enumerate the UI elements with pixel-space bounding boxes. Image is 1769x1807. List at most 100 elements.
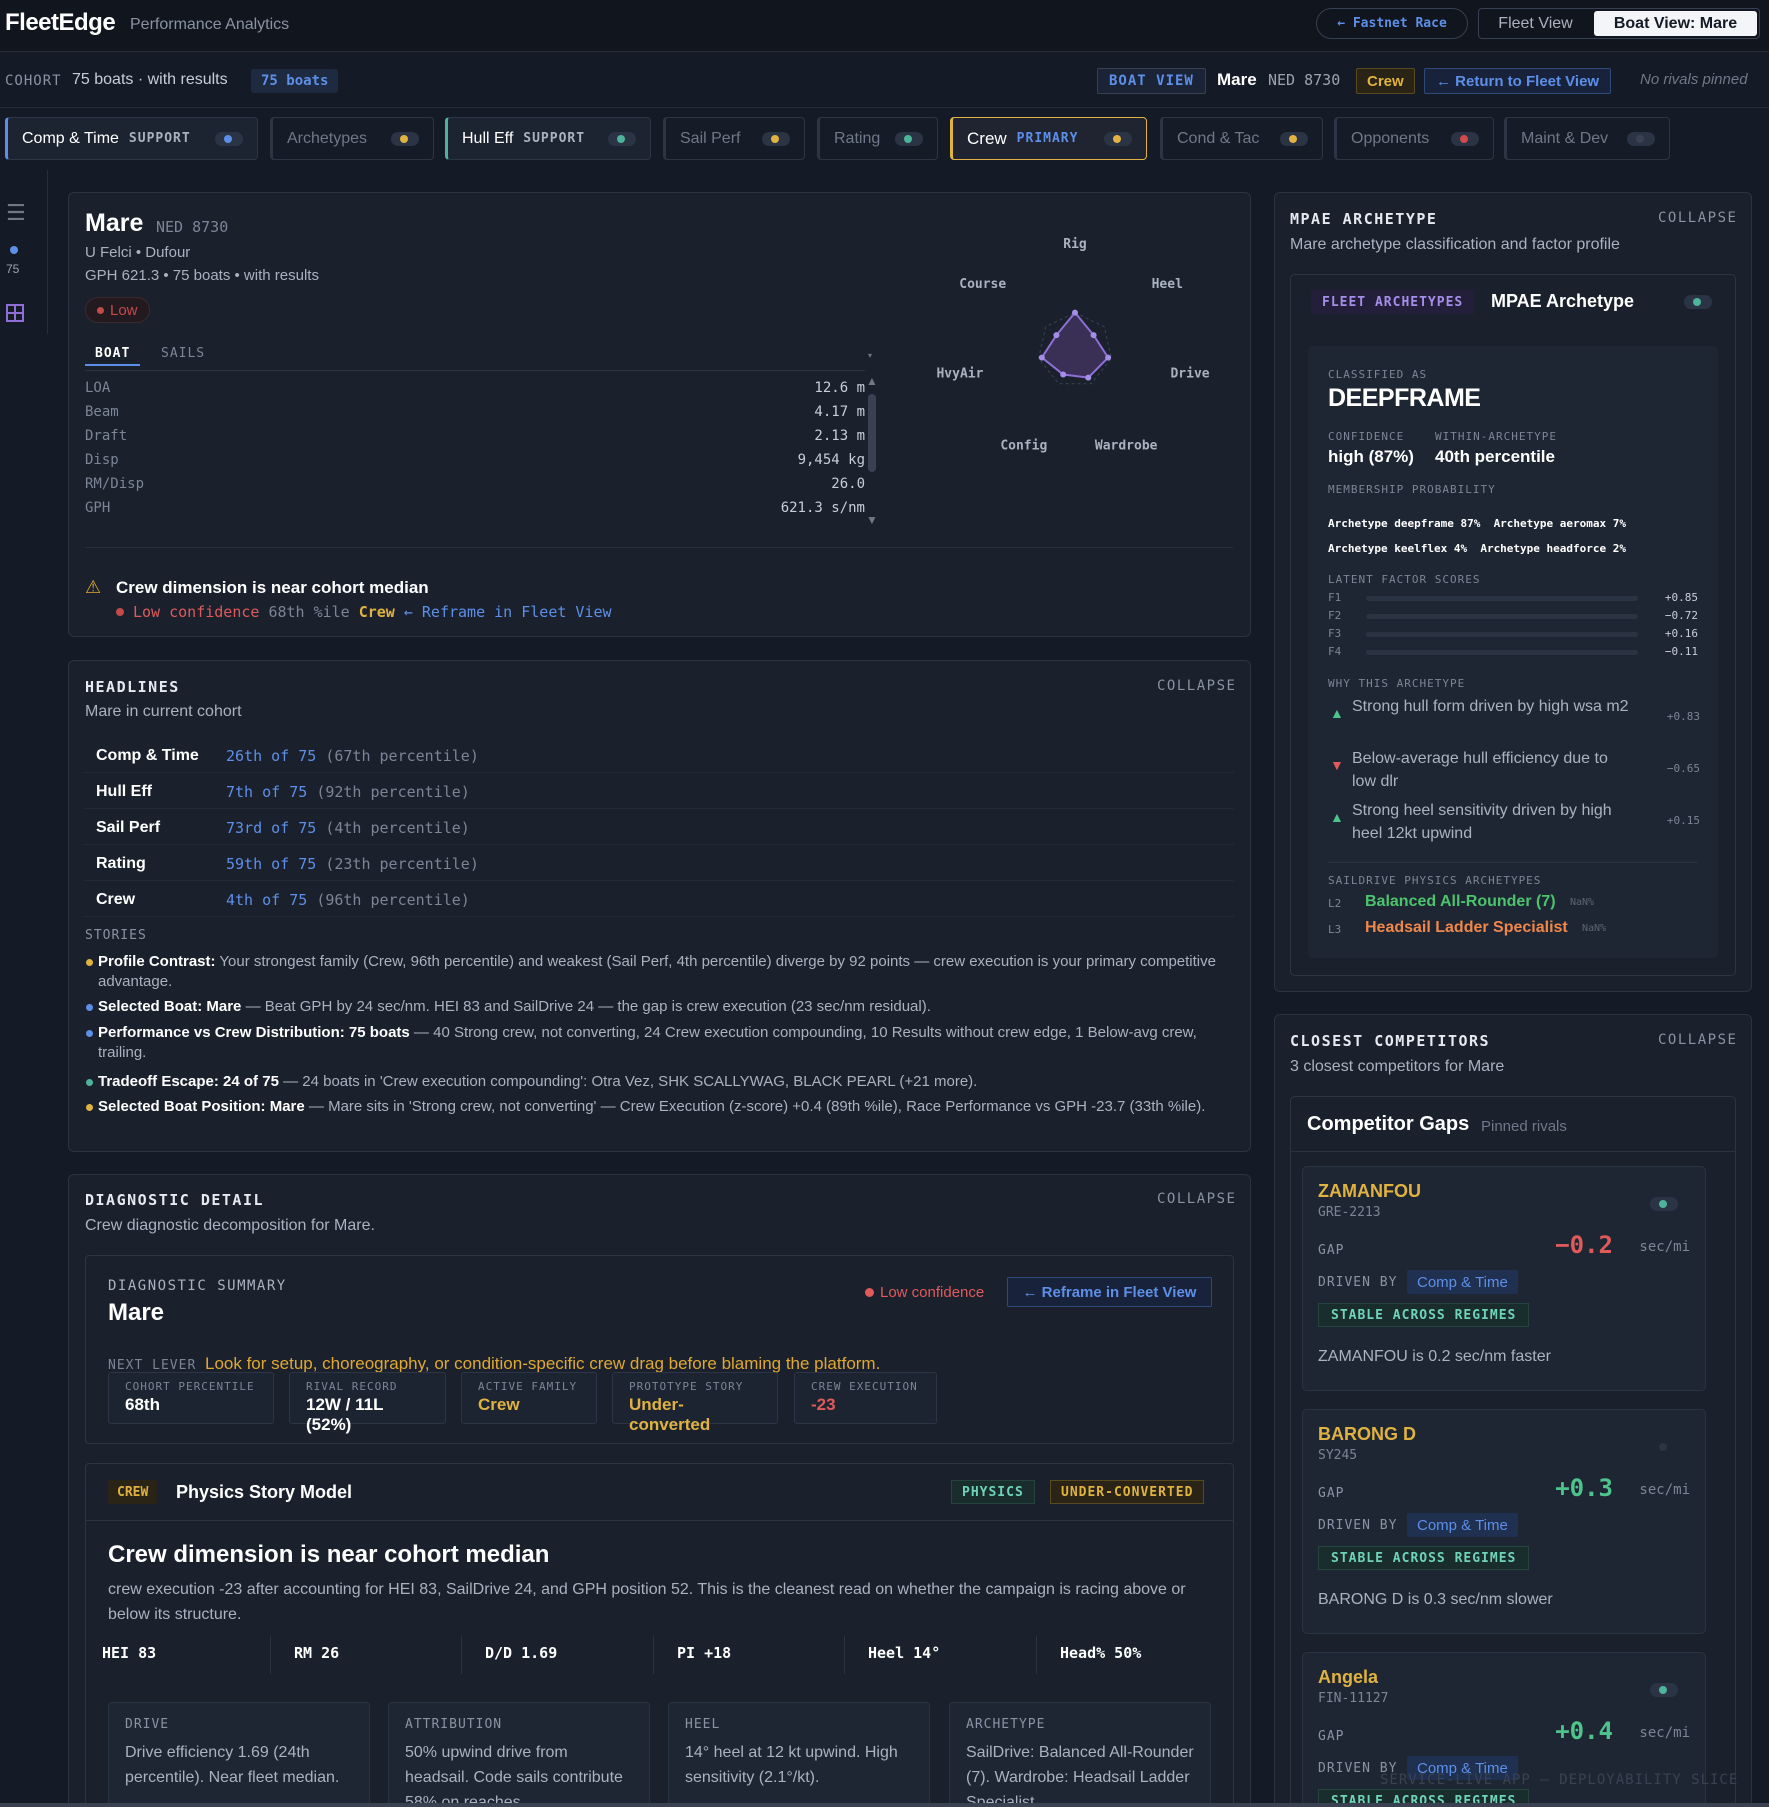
brand-logo[interactable]: FleetEdge bbox=[5, 9, 116, 37]
story-item: Performance vs Crew Distribution: 75 boa… bbox=[84, 1023, 1234, 1063]
driven-by-badge[interactable]: Comp & Time bbox=[1407, 1270, 1518, 1294]
tab-toggle[interactable] bbox=[1280, 131, 1308, 146]
tab-toggle[interactable] bbox=[215, 131, 243, 146]
tab-cond-tac[interactable]: Cond & Tac bbox=[1160, 117, 1323, 160]
headline-percentile: (67th percentile) bbox=[325, 747, 479, 765]
cohort-badge[interactable]: 75 boats bbox=[251, 69, 339, 93]
tab-toggle[interactable] bbox=[1104, 131, 1132, 146]
tab-toggle[interactable] bbox=[895, 131, 923, 146]
headline-row[interactable]: Crew 4th of 75 (96th percentile) bbox=[84, 883, 1234, 917]
saildrive-archetype[interactable]: Headsail Ladder Specialist bbox=[1365, 919, 1568, 937]
warning-confidence: Low confidence bbox=[133, 603, 260, 621]
driven-by-badge[interactable]: Comp & Time bbox=[1407, 1513, 1518, 1537]
radar-point bbox=[1072, 309, 1078, 316]
summary-stat: COHORT PERCENTILE 68th bbox=[108, 1372, 274, 1424]
tab-crew[interactable]: Crew PRIMARY bbox=[950, 117, 1147, 160]
headline-rank: 7th of 75 bbox=[226, 783, 308, 801]
tab-toggle[interactable] bbox=[1451, 131, 1479, 146]
headlines-collapse-button[interactable]: COLLAPSE bbox=[1157, 678, 1236, 694]
boat-meta: GPH 621.3 • 75 boats • with results bbox=[85, 267, 319, 284]
model-card-text: Drive efficiency 1.69 (24th percentile).… bbox=[125, 1744, 340, 1786]
boat-view-button[interactable]: Boat View: Mare bbox=[1594, 11, 1757, 36]
competitor-name[interactable]: BARONG D bbox=[1318, 1424, 1416, 1445]
boat-name: Mare bbox=[85, 209, 144, 237]
scroll-up-icon[interactable]: ▲ bbox=[866, 374, 878, 388]
competitor-pin-toggle[interactable] bbox=[1650, 1683, 1678, 1697]
menu-icon[interactable]: ☰ bbox=[6, 200, 26, 226]
spec-row: LOA 12.6 m bbox=[85, 380, 865, 404]
headline-row[interactable]: Hull Eff 7th of 75 (92th percentile) bbox=[84, 775, 1234, 809]
active-family-badge[interactable]: Crew bbox=[1356, 68, 1415, 94]
spec-value: 4.17 m bbox=[814, 404, 865, 420]
headline-rank: 4th of 75 bbox=[226, 891, 308, 909]
tab-toggle[interactable] bbox=[762, 131, 790, 146]
competitor-pin-toggle[interactable] bbox=[1650, 1440, 1678, 1454]
tab-maint-dev[interactable]: Maint & Dev bbox=[1504, 117, 1670, 160]
gap-value: +0.3 bbox=[1555, 1474, 1613, 1502]
headline-row[interactable]: Rating 59th of 75 (23th percentile) bbox=[84, 847, 1234, 881]
headline-row[interactable]: Comp & Time 26th of 75 (67th percentile) bbox=[84, 739, 1234, 773]
tab-sail-perf[interactable]: Sail Perf bbox=[663, 117, 805, 160]
tab-hull-eff[interactable]: Hull Eff SUPPORT bbox=[445, 117, 651, 160]
cohort-value: 75 boats · with results bbox=[72, 71, 228, 88]
tab-toggle[interactable] bbox=[608, 131, 636, 146]
competitor-card[interactable]: ZAMANFOU GRE-2213 GAP −0.2 sec/mi DRIVEN BY Co… bbox=[1302, 1166, 1706, 1391]
story-text: Your strongest family (Crew, 96th percen… bbox=[98, 953, 1216, 990]
tab-boat[interactable]: BOAT bbox=[85, 346, 141, 366]
factor-value: −0.72 bbox=[1664, 609, 1698, 622]
archetype-collapse-button[interactable]: COLLAPSE bbox=[1658, 210, 1737, 226]
headline-row[interactable]: Sail Perf 73rd of 75 (4th percentile) bbox=[84, 811, 1234, 845]
competitor-card[interactable]: BARONG D SY245 GAP +0.3 sec/mi DRIVEN BY Comp … bbox=[1302, 1409, 1706, 1634]
fleet-archetypes-tag[interactable]: FLEET ARCHETYPES bbox=[1311, 290, 1475, 314]
archetype-toggle[interactable] bbox=[1684, 295, 1712, 309]
chevron-down-icon[interactable]: ▾ bbox=[868, 351, 872, 360]
race-button[interactable]: ← Fastnet Race bbox=[1316, 8, 1468, 39]
warning-reframe-link[interactable]: ← Reframe in Fleet View bbox=[404, 603, 612, 621]
competitor-pin-toggle[interactable] bbox=[1650, 1197, 1678, 1211]
factor-key: F3 bbox=[1328, 627, 1342, 640]
headline-rank-group: 73rd of 75 (4th percentile) bbox=[226, 819, 470, 837]
return-to-fleet-button[interactable]: ← Return to Fleet View bbox=[1424, 68, 1612, 94]
competitor-gaps-title: Competitor Gaps bbox=[1307, 1113, 1470, 1135]
fleet-view-button[interactable]: Fleet View bbox=[1479, 9, 1592, 38]
spec-value: 621.3 s/nm bbox=[780, 500, 865, 516]
confidence-badge: Low bbox=[85, 297, 150, 323]
gap-label: GAP bbox=[1318, 1243, 1345, 1258]
tab-rating[interactable]: Rating bbox=[817, 117, 938, 160]
next-lever-text: Look for setup, choreography, or conditi… bbox=[205, 1354, 881, 1373]
driven-by-label: DRIVEN BY bbox=[1318, 1518, 1398, 1533]
stability-badge: STABLE ACROSS REGIMES bbox=[1318, 1546, 1530, 1570]
tab-opponents[interactable]: Opponents bbox=[1334, 117, 1494, 160]
competitor-name[interactable]: ZAMANFOU bbox=[1318, 1181, 1421, 1202]
warning-family[interactable]: Crew bbox=[359, 603, 395, 621]
diagnostic-subtitle: Crew diagnostic decomposition for Mare. bbox=[85, 1217, 375, 1234]
grid-icon[interactable] bbox=[6, 304, 24, 322]
tab-label: Maint & Dev bbox=[1521, 129, 1609, 147]
saildrive-archetype[interactable]: Balanced All-Rounder (7) bbox=[1365, 893, 1556, 911]
competitors-collapse-button[interactable]: COLLAPSE bbox=[1658, 1032, 1737, 1048]
headline-rank-group: 4th of 75 (96th percentile) bbox=[226, 891, 470, 909]
competitor-summary: BARONG D is 0.3 sec/nm slower bbox=[1318, 1591, 1553, 1608]
diagnostic-collapse-button[interactable]: COLLAPSE bbox=[1157, 1191, 1236, 1207]
model-card-label: ATTRIBUTION bbox=[405, 1717, 503, 1732]
tab-sails[interactable]: SAILS bbox=[161, 346, 205, 361]
saildrive-level: L2 bbox=[1328, 897, 1342, 910]
tab-label: Comp & Time bbox=[22, 129, 119, 147]
tab-archetypes[interactable]: Archetypes bbox=[270, 117, 434, 160]
tab-comp-time[interactable]: Comp & Time SUPPORT bbox=[5, 117, 258, 160]
headline-percentile: (96th percentile) bbox=[316, 891, 470, 909]
diagnostic-reframe-button[interactable]: ← Reframe in Fleet View bbox=[1007, 1277, 1212, 1307]
scrollbar[interactable] bbox=[868, 394, 876, 472]
summary-stat-label: CREW EXECUTION bbox=[811, 1380, 918, 1393]
low-confidence-label: Low confidence bbox=[880, 1284, 985, 1301]
tab-toggle[interactable] bbox=[1627, 131, 1655, 146]
within-value: 40th percentile bbox=[1435, 447, 1555, 466]
radar-label: Drive bbox=[1170, 367, 1209, 382]
competitor-name[interactable]: Angela bbox=[1318, 1667, 1378, 1688]
spec-key: GPH bbox=[85, 500, 111, 516]
factor-bar bbox=[1366, 650, 1638, 655]
metric-separator bbox=[653, 1636, 654, 1674]
scroll-down-icon[interactable]: ▼ bbox=[866, 513, 878, 527]
model-metric: Heel 14° bbox=[868, 1644, 941, 1662]
tab-toggle[interactable] bbox=[391, 131, 419, 146]
